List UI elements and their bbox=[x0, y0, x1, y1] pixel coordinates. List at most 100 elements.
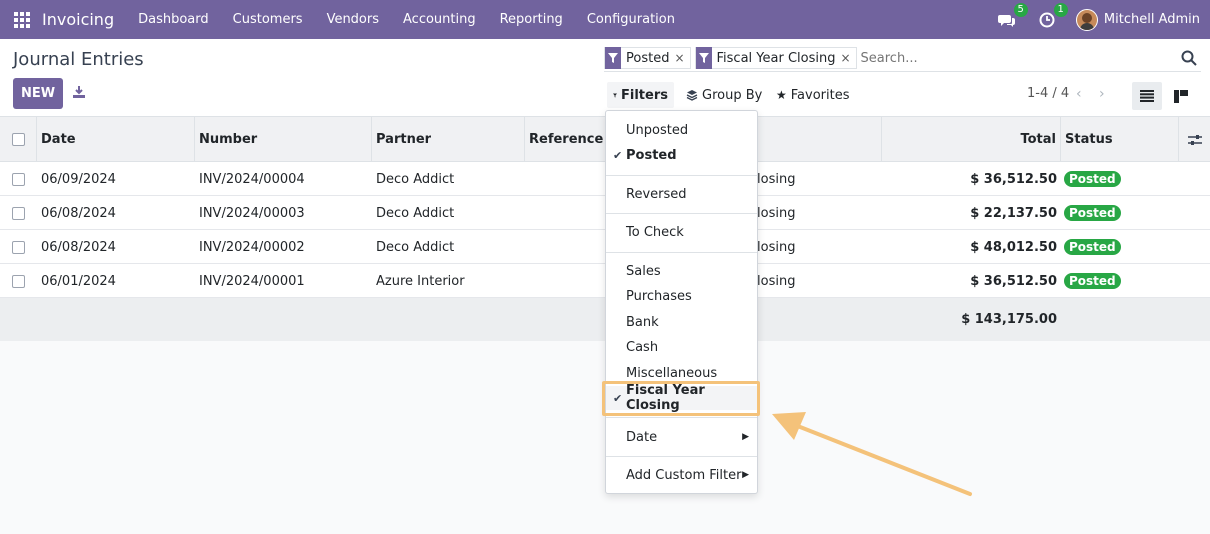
filter-option-sales[interactable]: Sales bbox=[606, 259, 757, 283]
column-header-total[interactable]: Total bbox=[882, 117, 1061, 162]
clock-icon bbox=[1039, 12, 1055, 27]
filter-option-bank[interactable]: Bank bbox=[606, 310, 757, 334]
cell-date: 06/09/2024 bbox=[41, 171, 116, 187]
apps-menu-icon[interactable] bbox=[14, 11, 30, 28]
chat-icon bbox=[997, 14, 1015, 27]
filter-option-purchases[interactable]: Purchases bbox=[606, 284, 757, 308]
caret-right-icon: ▶ bbox=[742, 432, 749, 442]
menu-dashboard[interactable]: Dashboard bbox=[126, 12, 221, 27]
cell-partner: Deco Addict bbox=[376, 205, 455, 221]
pager-next-icon[interactable]: › bbox=[1099, 86, 1105, 102]
groupby-toggle-button[interactable]: Group By bbox=[680, 82, 768, 108]
row-checkbox[interactable] bbox=[12, 172, 25, 186]
filter-option-label: Unposted bbox=[626, 122, 689, 138]
row-select-cell bbox=[0, 162, 37, 196]
cell-number: INV/2024/00003 bbox=[199, 205, 305, 221]
menu-divider bbox=[606, 417, 757, 418]
cell-journal: losing bbox=[757, 239, 796, 255]
filters-label: Filters bbox=[621, 87, 668, 103]
column-header-partner[interactable]: Partner bbox=[372, 117, 525, 162]
filter-option-to-check[interactable]: To Check bbox=[606, 220, 757, 244]
filter-icon bbox=[613, 92, 618, 98]
kanban-icon bbox=[1174, 89, 1188, 103]
cell-number: INV/2024/00002 bbox=[199, 239, 305, 255]
new-button[interactable]: NEW bbox=[13, 78, 63, 109]
user-avatar[interactable] bbox=[1075, 8, 1098, 31]
filter-option-reversed[interactable]: Reversed bbox=[606, 182, 757, 206]
row-checkbox[interactable] bbox=[12, 274, 25, 288]
list-icon bbox=[1140, 90, 1154, 102]
activities-count-badge: 1 bbox=[1053, 2, 1068, 17]
favorites-label: Favorites bbox=[790, 87, 850, 103]
optional-columns-button[interactable] bbox=[1179, 117, 1210, 162]
facet-posted: Posted × bbox=[604, 47, 691, 69]
cell-date: 06/01/2024 bbox=[41, 273, 116, 289]
cell-total: $ 36,512.50 bbox=[970, 273, 1057, 289]
filter-option-label: Cash bbox=[626, 339, 659, 355]
menu-configuration[interactable]: Configuration bbox=[575, 12, 687, 27]
row-checkbox[interactable] bbox=[12, 206, 25, 220]
pager-previous-icon[interactable]: ‹ bbox=[1076, 86, 1082, 102]
favorites-toggle-button[interactable]: ★ Favorites bbox=[770, 82, 856, 108]
download-icon[interactable] bbox=[72, 85, 86, 99]
column-header-number[interactable]: Number bbox=[195, 117, 372, 162]
facet-remove-icon[interactable]: × bbox=[674, 51, 689, 65]
filters-dropdown: Unposted ✔ Posted Reversed To Check Sales… bbox=[605, 110, 758, 494]
filter-icon bbox=[695, 47, 712, 69]
column-header-date[interactable]: Date bbox=[37, 117, 195, 162]
menu-divider bbox=[606, 213, 757, 214]
pager-value[interactable]: 1-4 / 4 bbox=[1027, 86, 1069, 101]
filter-option-label: Posted bbox=[626, 147, 677, 163]
facet-remove-icon[interactable]: × bbox=[840, 51, 855, 65]
menu-accounting[interactable]: Accounting bbox=[391, 12, 488, 27]
sliders-icon bbox=[1187, 134, 1202, 145]
kanban-view-button[interactable] bbox=[1166, 82, 1196, 110]
search-bar: Posted × Fiscal Year Closing × bbox=[604, 45, 1201, 72]
cell-status: Posted bbox=[1064, 196, 1121, 230]
filter-option-label: To Check bbox=[626, 224, 684, 240]
user-name[interactable]: Mitchell Admin bbox=[1104, 12, 1200, 27]
app-brand[interactable]: Invoicing bbox=[42, 10, 114, 29]
activities-button[interactable]: 1 bbox=[1036, 2, 1068, 31]
messages-button[interactable]: 5 bbox=[996, 2, 1028, 31]
caret-right-icon: ▶ bbox=[742, 470, 749, 480]
row-select-cell bbox=[0, 230, 37, 264]
select-all-checkbox[interactable] bbox=[12, 133, 25, 146]
column-header-status[interactable]: Status bbox=[1061, 117, 1179, 162]
cell-status: Posted bbox=[1064, 264, 1121, 298]
select-all-cell bbox=[0, 117, 37, 162]
filter-option-add-custom-filter[interactable]: Add Custom Filter ▶ bbox=[606, 463, 757, 487]
cell-status: Posted bbox=[1064, 230, 1121, 264]
cell-date: 06/08/2024 bbox=[41, 205, 116, 221]
list-view-button[interactable] bbox=[1132, 82, 1162, 110]
search-icon[interactable] bbox=[1181, 50, 1197, 66]
status-badge: Posted bbox=[1064, 273, 1121, 289]
highlight-box bbox=[602, 381, 760, 416]
cell-total: $ 48,012.50 bbox=[970, 239, 1057, 255]
cell-journal: losing bbox=[757, 273, 796, 289]
menu-reporting[interactable]: Reporting bbox=[488, 12, 575, 27]
filter-option-label: Purchases bbox=[626, 288, 692, 304]
menu-divider bbox=[606, 175, 757, 176]
filter-option-label: Sales bbox=[626, 263, 661, 279]
row-checkbox[interactable] bbox=[12, 240, 25, 254]
top-navbar: Invoicing Dashboard Customers Vendors Ac… bbox=[0, 0, 1210, 39]
cell-partner: Azure Interior bbox=[376, 273, 465, 289]
row-select-cell bbox=[0, 196, 37, 230]
menu-vendors[interactable]: Vendors bbox=[315, 12, 391, 27]
filter-option-label: Miscellaneous bbox=[626, 365, 718, 381]
cell-total: $ 22,137.50 bbox=[970, 205, 1057, 221]
menu-customers[interactable]: Customers bbox=[221, 12, 315, 27]
cell-status: Posted bbox=[1064, 162, 1121, 196]
filter-option-label: Reversed bbox=[626, 186, 687, 202]
filter-option-date[interactable]: Date ▶ bbox=[606, 425, 757, 449]
filter-option-cash[interactable]: Cash bbox=[606, 335, 757, 359]
filter-option-label: Add Custom Filter bbox=[626, 467, 742, 483]
filter-option-unposted[interactable]: Unposted bbox=[606, 118, 757, 142]
search-input[interactable] bbox=[860, 47, 1181, 69]
grand-total: $ 143,175.00 bbox=[961, 312, 1057, 327]
star-icon: ★ bbox=[776, 88, 787, 102]
facet-fiscal-year-closing: Fiscal Year Closing × bbox=[694, 47, 857, 69]
filters-toggle-button[interactable]: Filters bbox=[607, 82, 674, 108]
filter-option-posted[interactable]: ✔ Posted bbox=[606, 143, 757, 167]
